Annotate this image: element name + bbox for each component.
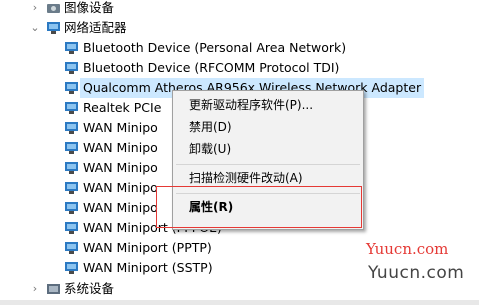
adapter-label: WAN Miniport (PPTP) (83, 240, 212, 255)
network-adapter-icon (65, 222, 78, 234)
adapter-label: WAN Minipo (83, 120, 158, 135)
adapter-label: Bluetooth Device (RFCOMM Protocol TDI) (83, 60, 340, 75)
bottom-strip (0, 300, 479, 305)
chevron-right-icon[interactable]: › (28, 0, 42, 18)
adapter-label: WAN Miniport (SSTP) (83, 260, 213, 275)
chevron-down-icon[interactable]: ⌄ (28, 18, 42, 38)
network-adapter-icon (47, 22, 60, 34)
menu-item-update-driver[interactable]: 更新驱动程序软件(P)... (189, 95, 313, 115)
tree-item-label: 图像设备 (64, 0, 115, 15)
network-adapter-icon (65, 262, 78, 274)
adapter-label: WAN Minipo (83, 140, 158, 155)
network-adapter-icon (65, 62, 78, 74)
menu-item-scan-hardware[interactable]: 扫描检测硬件改动(A) (189, 168, 303, 188)
network-adapter-icon (65, 82, 78, 94)
watermark-gray: Yuucn.com (368, 263, 465, 283)
watermark-red: Yuucn.com (366, 240, 449, 258)
tree-item-image-devices[interactable]: › 图像设备 (0, 0, 479, 18)
adapter-label: Bluetooth Device (Personal Area Network) (83, 40, 347, 55)
tree-item-network-adapters[interactable]: ⌄ 网络适配器 (0, 18, 479, 38)
menu-item-uninstall[interactable]: 卸载(U) (189, 139, 231, 159)
camera-device-icon (47, 4, 60, 13)
network-adapter-icon (65, 102, 78, 114)
system-device-icon (47, 284, 60, 294)
adapter-label: WAN Minipo (83, 160, 158, 175)
network-adapter-icon (65, 42, 78, 54)
tree-item-label: 网络适配器 (64, 20, 127, 35)
menu-item-disable[interactable]: 禁用(D) (189, 117, 232, 137)
adapter-item[interactable]: Bluetooth Device (RFCOMM Protocol TDI) (0, 58, 479, 78)
adapter-label: WAN Minipo (83, 200, 158, 215)
menu-separator (176, 164, 360, 165)
adapter-label: Realtek PCIe (83, 100, 162, 115)
network-adapter-icon (65, 202, 78, 214)
chevron-right-icon[interactable]: › (28, 279, 42, 299)
network-adapter-icon (65, 122, 78, 134)
adapter-label: WAN Minipo (83, 180, 158, 195)
network-adapter-icon (65, 162, 78, 174)
network-adapter-icon (65, 242, 78, 254)
network-adapter-icon (65, 182, 78, 194)
highlight-box (156, 186, 362, 228)
network-adapter-icon (65, 142, 78, 154)
adapter-item[interactable]: Bluetooth Device (Personal Area Network) (0, 38, 479, 58)
tree-item-label: 系统设备 (64, 281, 115, 296)
